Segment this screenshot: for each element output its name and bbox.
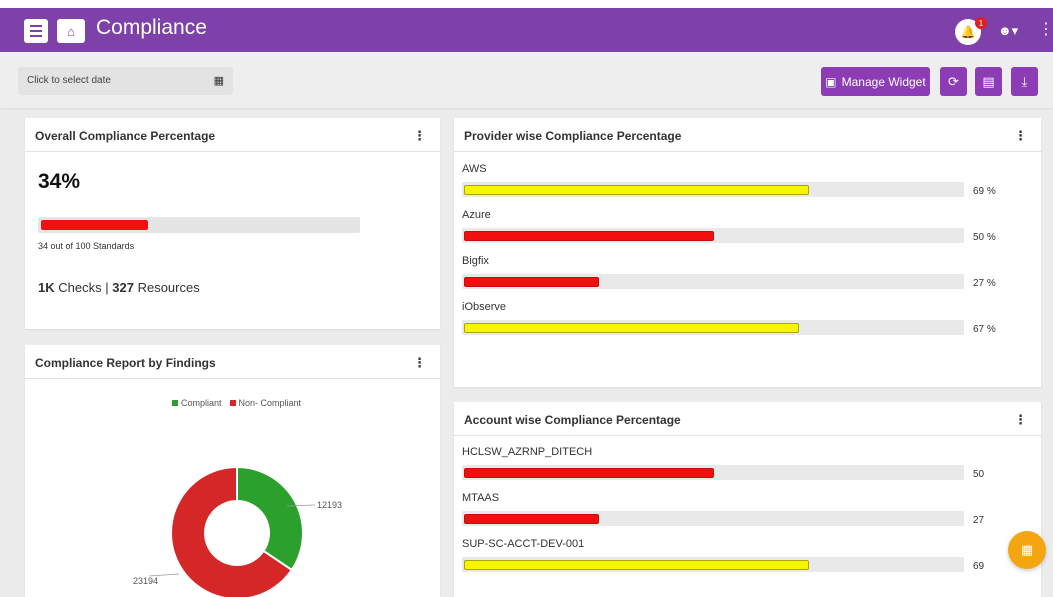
bar-row: AWS 69 %	[454, 163, 1041, 209]
home-icon[interactable]: ⌂	[57, 19, 85, 43]
progress-fill	[464, 514, 599, 524]
overall-progress-fill	[41, 220, 148, 230]
progress-fill	[464, 231, 714, 241]
bar-label: Azure	[462, 209, 491, 221]
progress-fill	[464, 277, 599, 287]
non-compliant-value-label: 23194	[133, 576, 158, 586]
bar-label: MTAAS	[462, 492, 500, 504]
progress-fill	[464, 468, 714, 478]
date-picker-input[interactable]: Click to select date ▦	[18, 67, 233, 95]
bar-value: 50	[973, 469, 985, 480]
progress-bar	[462, 320, 964, 335]
more-vert-icon[interactable]: ⋮	[413, 128, 426, 144]
refresh-icon[interactable]: ⟳	[940, 67, 967, 96]
qr-code-icon[interactable]: ▦	[1008, 531, 1046, 569]
bar-value: 69 %	[973, 186, 996, 197]
manage-widget-button[interactable]: ▣ Manage Widget	[821, 67, 930, 96]
bar-label: AWS	[462, 163, 487, 175]
checks-resources-summary: 1K Checks | 327 Resources	[38, 280, 200, 295]
bar-row: Azure 50 %	[454, 209, 1041, 255]
bar-value: 50 %	[973, 232, 996, 243]
checks-value: 1K	[38, 280, 55, 295]
bar-label: HCLSW_AZRNP_DITECH	[462, 446, 593, 458]
separator: |	[105, 280, 109, 295]
findings-card: Compliance Report by Findings ⋮ Complian…	[25, 345, 440, 597]
overall-compliance-card: Overall Compliance Percentage ⋮ 34% 34 o…	[25, 118, 440, 329]
notification-badge: 1	[975, 17, 987, 29]
overall-progress-bar	[38, 217, 360, 233]
more-vert-icon[interactable]: ⋮	[1014, 128, 1027, 144]
bar-value: 69	[973, 561, 985, 572]
calendar-icon[interactable]: ▦	[214, 74, 224, 87]
card-header: Account wise Compliance Percentage ⋮	[454, 402, 1041, 436]
more-vert-icon[interactable]: ⋮	[1014, 412, 1027, 428]
progress-bar	[462, 557, 964, 572]
progress-bar	[462, 511, 964, 526]
bar-value: 27 %	[973, 278, 996, 289]
bar-row: MTAAS 27	[454, 492, 1041, 538]
page-title: Compliance	[96, 16, 207, 39]
dashboard-icon: ▣	[825, 74, 837, 89]
progress-bar	[462, 465, 964, 480]
progress-fill	[464, 560, 809, 570]
provider-compliance-card: Provider wise Compliance Percentage ⋮ AW…	[454, 118, 1041, 387]
bar-label: iObserve	[462, 301, 507, 313]
bar-label: SUP-SC-ACCT-DEV-001	[462, 538, 585, 550]
card-title: Overall Compliance Percentage	[35, 129, 216, 143]
account-compliance-card: Account wise Compliance Percentage ⋮ HCL…	[454, 402, 1041, 597]
resources-value: 327	[112, 280, 134, 295]
card-header: Overall Compliance Percentage ⋮	[25, 118, 440, 152]
standards-text: 34 out of 100 Standards	[38, 241, 135, 251]
progress-fill	[464, 323, 799, 333]
bar-value: 27	[973, 515, 985, 526]
progress-bar	[462, 228, 964, 243]
toolbar: Click to select date ▦ ▣ Manage Widget ⟳…	[0, 52, 1053, 108]
progress-bar	[462, 182, 964, 197]
resources-label: Resources	[137, 280, 200, 295]
progress-bar	[462, 274, 964, 289]
card-header: Provider wise Compliance Percentage ⋮	[454, 118, 1041, 152]
card-title: Provider wise Compliance Percentage	[464, 129, 682, 143]
more-vert-icon[interactable]: ⋮	[1038, 22, 1053, 38]
bar-label: Bigfix	[462, 255, 489, 267]
save-icon[interactable]: ▤	[975, 67, 1002, 96]
checks-label: Checks	[58, 280, 102, 295]
bar-row: HCLSW_AZRNP_DITECH 50	[454, 446, 1041, 492]
date-placeholder: Click to select date	[27, 75, 111, 86]
compliance-percentage: 34%	[38, 170, 81, 193]
compliant-value-label: 12193	[317, 500, 342, 510]
bar-value: 67 %	[973, 324, 996, 335]
download-icon[interactable]: ⤓	[1011, 67, 1038, 96]
progress-fill	[464, 185, 809, 195]
top-app-bar: ⌂ Compliance 🔔 1 ☻▾ ⋮	[0, 0, 1053, 52]
user-icon[interactable]: ☻▾	[998, 23, 1020, 39]
bar-row: SUP-SC-ACCT-DEV-001 69	[454, 538, 1041, 584]
card-title: Account wise Compliance Percentage	[464, 413, 681, 427]
donut-chart: 12193 23194	[133, 465, 342, 597]
bar-row: iObserve 67 %	[454, 301, 1041, 347]
bar-row: Bigfix 27 %	[454, 255, 1041, 301]
menu-icon[interactable]	[24, 19, 48, 43]
manage-widget-label: Manage Widget	[841, 74, 926, 89]
